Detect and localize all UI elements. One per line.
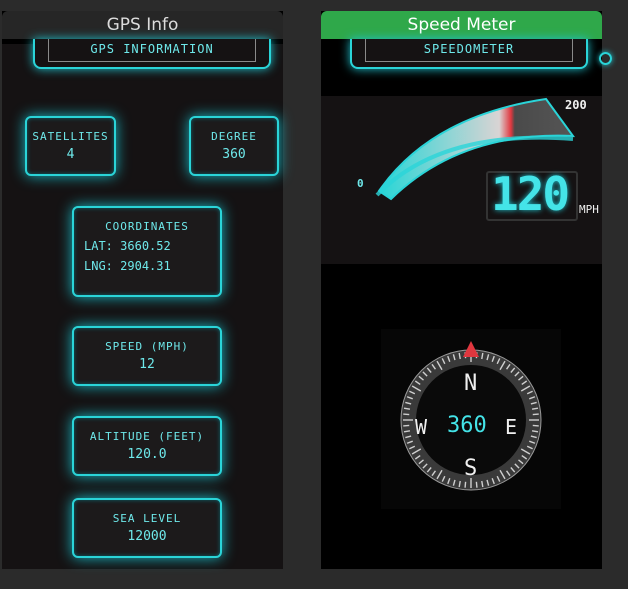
speed-value: 12 — [139, 357, 155, 372]
speed-meter-panel: Speed Meter SPEEDOMETER 0 200 120 MPH N … — [321, 11, 612, 569]
sea-level-label: SEA LEVEL — [112, 512, 182, 525]
longitude-row: LNG: 2904.31 — [84, 259, 220, 273]
compass-heading: 360 — [447, 413, 487, 438]
degree-card: DEGREE 360 — [189, 116, 279, 176]
compass-tick — [403, 413, 410, 416]
compass-tick — [464, 481, 467, 488]
degree-value: 360 — [222, 147, 246, 162]
altitude-value: 120.0 — [127, 447, 167, 462]
gps-info-panel: GPS Info GPS INFORMATION SATELLITES 4 DE… — [2, 11, 283, 569]
speed-max-label: 200 — [565, 98, 587, 112]
compass-east-label: E — [505, 415, 518, 439]
longitude-value: 2904.31 — [120, 259, 171, 273]
satellites-label: SATELLITES — [32, 130, 109, 143]
gps-info-title: GPS Info — [2, 11, 283, 39]
latitude-label: LAT: — [84, 239, 113, 253]
compass-tick — [475, 481, 478, 488]
degree-label: DEGREE — [211, 130, 257, 143]
longitude-label: LNG: — [84, 259, 113, 273]
latitude-value: 3660.52 — [120, 239, 171, 253]
speed-card: SPEED (MPH) 12 — [72, 326, 222, 386]
coordinates-label: COORDINATES — [105, 220, 189, 233]
speed-label: SPEED (MPH) — [105, 340, 189, 353]
compass-south-label: S — [464, 456, 478, 481]
compass-tick — [403, 424, 410, 427]
latitude-row: LAT: 3660.52 — [84, 239, 220, 253]
altitude-label: ALTITUDE (FEET) — [89, 430, 205, 443]
compass-west-label: W — [415, 415, 428, 439]
speed-readout: 120 — [491, 167, 570, 221]
gps-information-tab-label: GPS INFORMATION — [48, 39, 256, 62]
speed-min-label: 0 — [357, 177, 364, 190]
satellites-value: 4 — [66, 147, 75, 162]
altitude-card: ALTITUDE (FEET) 120.0 — [72, 416, 222, 476]
speed-unit: MPH — [579, 203, 599, 216]
compass-tick — [532, 413, 539, 416]
coordinates-card: COORDINATES LAT: 3660.52 LNG: 2904.31 — [72, 206, 222, 297]
gps-information-tab: GPS INFORMATION — [33, 39, 271, 69]
sea-level-value: 12000 — [127, 529, 167, 544]
sea-level-card: SEA LEVEL 12000 — [72, 498, 222, 558]
compass-tick — [532, 424, 539, 427]
satellites-card: SATELLITES 4 — [25, 116, 116, 176]
compass-north-label: N — [464, 371, 478, 396]
